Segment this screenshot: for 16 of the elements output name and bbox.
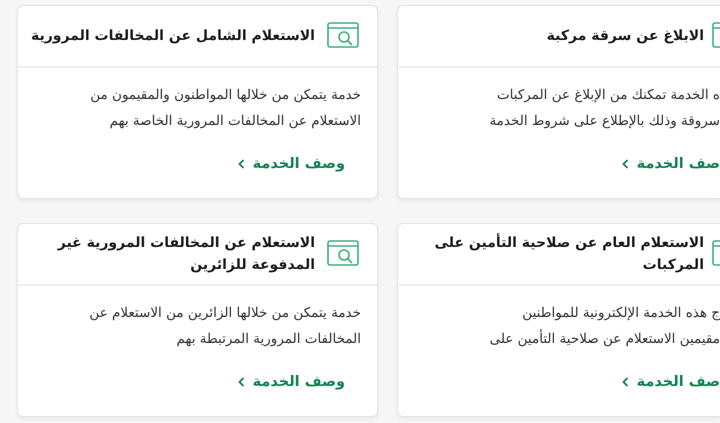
card-description: خدمة يتمكن من خلالها المواطنون والمقيمون من الاستعلام عن المخالفات المرورية الخاصة بهم bbox=[89, 86, 361, 131]
chevron-icon bbox=[238, 159, 245, 169]
card-title: الابلاغ عن سرقة مركبة bbox=[546, 27, 704, 46]
card-title: الاستعلام عن المخالفات المرورية غير المدفوعة للزائرين bbox=[58, 234, 315, 275]
card-description: ه الخدمة تمكنك من الإبلاغ عن المركبات سروقة وذلك بالإطلاع على شروط الخدمة bbox=[488, 86, 720, 131]
service-description-link[interactable]: صف الخدمة bbox=[622, 156, 720, 172]
chevron-icon bbox=[622, 377, 629, 387]
card-description: ج هذه الخدمة الإلكترونية للمواطنين مقيمين الاستعلام عن صلاحية التأمين على bbox=[488, 304, 720, 349]
service-description-link[interactable]: وصف الخدمة bbox=[238, 374, 345, 390]
card-title: الاستعلام العام عن صلاحية التأمين على المركبات bbox=[434, 232, 704, 275]
service-description-link[interactable]: صف الخدمة bbox=[622, 374, 720, 390]
card-description: خدمة يتمكن من خلالها الزائرين من الاستعلام عن المخالفات المرورية المرتبطة بهم bbox=[88, 304, 361, 349]
card-title: الاستعلام الشامل عن المخالفات المرورية bbox=[31, 27, 315, 46]
chevron-icon bbox=[238, 377, 245, 387]
service-description-link[interactable]: وصف الخدمة bbox=[238, 156, 345, 172]
chevron-icon bbox=[622, 159, 629, 169]
